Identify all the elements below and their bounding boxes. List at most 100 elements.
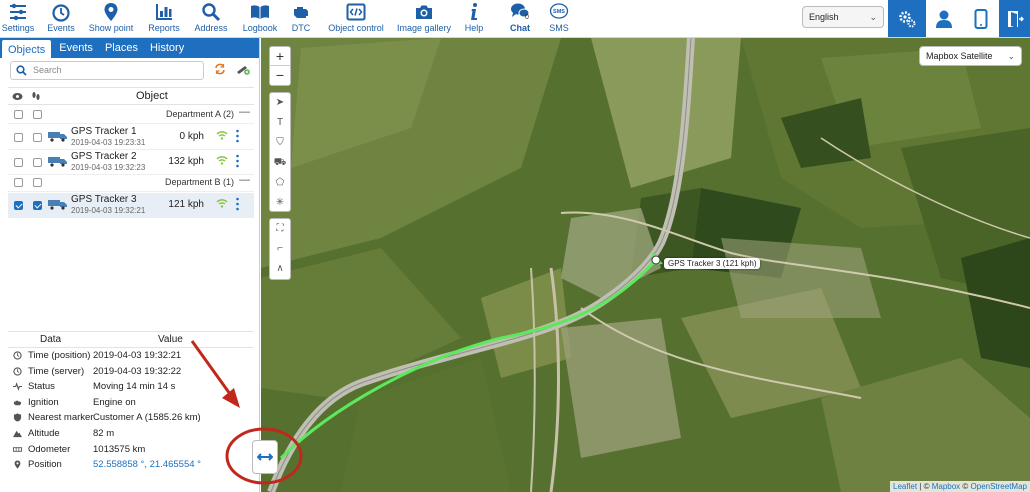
- polygon-tool-icon[interactable]: ⬠: [270, 173, 290, 193]
- sms-bubble-icon: SMS: [549, 3, 569, 19]
- help-button[interactable]: Help: [463, 0, 485, 38]
- fullscreen-icon[interactable]: ⛶: [270, 219, 290, 239]
- object-name: GPS Tracker 3: [71, 194, 137, 205]
- logout-button[interactable]: [999, 0, 1030, 37]
- vehicle-marker-label[interactable]: GPS Tracker 3 (121 kph): [664, 258, 761, 269]
- object-row-gps-tracker-3[interactable]: GPS Tracker 3 2019-04-03 19:32:21 121 kp…: [8, 193, 254, 218]
- detail-row-ignition: Ignition Engine on: [8, 395, 254, 411]
- detail-value: 2019-04-03 19:32:21: [93, 350, 182, 361]
- tab-places[interactable]: Places: [99, 38, 144, 58]
- shield-tool-icon[interactable]: ⛉: [270, 133, 290, 153]
- group-visible-checkbox[interactable]: [14, 110, 23, 119]
- object-control-button[interactable]: Object control: [328, 0, 384, 38]
- detail-value: Engine on: [93, 396, 136, 408]
- measure-tools: ⛶ ⌐ ∧: [269, 218, 291, 280]
- sms-label: SMS: [549, 23, 569, 33]
- truck-icon: [48, 157, 67, 167]
- show-point-button[interactable]: Show point: [87, 0, 135, 38]
- settings-gear-button[interactable]: [888, 0, 926, 37]
- detail-row-nearest-marker: Nearest marker Customer A (1585.26 km): [8, 410, 254, 426]
- language-value: English: [809, 12, 839, 22]
- navigate-icon[interactable]: ➤: [270, 93, 290, 113]
- object-name: GPS Tracker 2: [71, 151, 137, 162]
- language-select[interactable]: English ⌄: [802, 6, 884, 28]
- sms-button[interactable]: SMS SMS: [546, 0, 572, 38]
- address-label: Address: [194, 23, 228, 33]
- value-column-title: Value: [158, 334, 183, 345]
- tab-history[interactable]: History: [144, 38, 190, 58]
- group-visible-checkbox[interactable]: [14, 178, 23, 187]
- address-button[interactable]: Address: [193, 0, 229, 38]
- gears-icon: [899, 10, 916, 27]
- chat-label: Chat: [510, 23, 530, 33]
- object-follow-checkbox[interactable]: [33, 158, 42, 167]
- group-row-department-b[interactable]: Department B (1) —: [8, 174, 254, 192]
- angle-icon[interactable]: ∧: [270, 259, 290, 279]
- detail-key: Status: [28, 381, 55, 393]
- reports-button[interactable]: Reports: [146, 0, 182, 38]
- tab-objects[interactable]: Objects: [2, 40, 52, 58]
- zoom-out-button[interactable]: −: [270, 66, 290, 85]
- search-input[interactable]: Search: [10, 61, 204, 80]
- road-tool-icon[interactable]: ⛟: [270, 153, 290, 173]
- image-gallery-label: Image gallery: [396, 23, 452, 33]
- object-visible-checkbox[interactable]: [14, 133, 23, 142]
- object-visible-checkbox[interactable]: [14, 201, 23, 210]
- object-time: 2019-04-03 19:32:23: [71, 163, 146, 172]
- settings-label: Settings: [1, 23, 35, 33]
- more-options-icon[interactable]: [236, 154, 239, 168]
- group-name: Department A (2): [165, 109, 234, 119]
- object-follow-checkbox[interactable]: [33, 201, 42, 210]
- map-attribution: Leaflet | © Mapbox © OpenStreetMap: [890, 481, 1030, 492]
- leaflet-link[interactable]: Leaflet: [893, 482, 917, 491]
- settings-button[interactable]: Settings: [2, 0, 34, 38]
- detail-key: Odometer: [28, 443, 71, 455]
- eye-icon[interactable]: [12, 92, 23, 101]
- object-row-gps-tracker-1[interactable]: GPS Tracker 1 2019-04-03 19:23:31 0 kph: [8, 125, 254, 150]
- more-options-icon[interactable]: [236, 129, 239, 143]
- add-object-icon[interactable]: [236, 63, 250, 75]
- object-time: 2019-04-03 19:32:21: [71, 206, 146, 215]
- mobile-button[interactable]: [963, 0, 999, 37]
- position-link[interactable]: 52.558858 °, 21.465554 °: [93, 459, 201, 470]
- mapbox-link[interactable]: Mapbox: [932, 482, 960, 491]
- more-options-icon[interactable]: [236, 197, 239, 211]
- traffic-tool-icon[interactable]: ✳: [270, 193, 290, 213]
- map-view[interactable]: + − ➤ T ⛉ ⛟ ⬠ ✳ ⛶ ⌐ ∧ Mapbox Satellite ⌄…: [261, 38, 1030, 492]
- object-row-gps-tracker-2[interactable]: GPS Tracker 2 2019-04-03 19:32:23 132 kp…: [8, 150, 254, 175]
- dtc-button[interactable]: DTC: [290, 0, 312, 38]
- object-column-title: Object: [136, 90, 168, 102]
- detail-key: Nearest marker: [28, 412, 94, 424]
- group-follow-checkbox[interactable]: [33, 110, 42, 119]
- object-speed: 0 kph: [179, 131, 204, 142]
- footprints-icon[interactable]: [31, 91, 41, 102]
- zoom-in-button[interactable]: +: [270, 47, 290, 66]
- text-tool-icon[interactable]: T: [270, 113, 290, 133]
- draw-tools: ➤ T ⛉ ⛟ ⬠ ✳: [269, 92, 291, 212]
- group-name: Department B (1): [164, 177, 234, 187]
- group-follow-checkbox[interactable]: [33, 178, 42, 187]
- tab-events[interactable]: Events: [53, 38, 99, 58]
- map-layer-select[interactable]: Mapbox Satellite ⌄: [919, 46, 1022, 66]
- detail-value: 1013575 km: [93, 443, 146, 455]
- group-row-department-a[interactable]: Department A (2) —: [8, 106, 254, 124]
- signal-icon: [216, 131, 228, 140]
- detail-key: Time (position): [28, 350, 91, 361]
- object-visible-checkbox[interactable]: [14, 158, 23, 167]
- ruler-icon[interactable]: ⌐: [270, 239, 290, 259]
- refresh-icon[interactable]: [214, 63, 226, 75]
- info-icon: [471, 3, 477, 20]
- user-button[interactable]: [926, 0, 962, 37]
- chat-button[interactable]: 0 Chat: [503, 0, 537, 38]
- openstreetmap-link[interactable]: OpenStreetMap: [971, 482, 1027, 491]
- events-button[interactable]: Events: [46, 0, 76, 38]
- object-follow-checkbox[interactable]: [33, 133, 42, 142]
- map-layer-value: Mapbox Satellite: [926, 51, 993, 61]
- collapse-group-icon[interactable]: —: [239, 174, 250, 186]
- collapse-group-icon[interactable]: —: [239, 106, 250, 118]
- object-speed: 121 kph: [168, 199, 204, 210]
- image-gallery-button[interactable]: Image gallery: [396, 0, 452, 38]
- panel-resize-button[interactable]: [252, 440, 278, 474]
- logbook-button[interactable]: Logbook: [243, 0, 277, 38]
- map-pin-icon: [104, 3, 118, 21]
